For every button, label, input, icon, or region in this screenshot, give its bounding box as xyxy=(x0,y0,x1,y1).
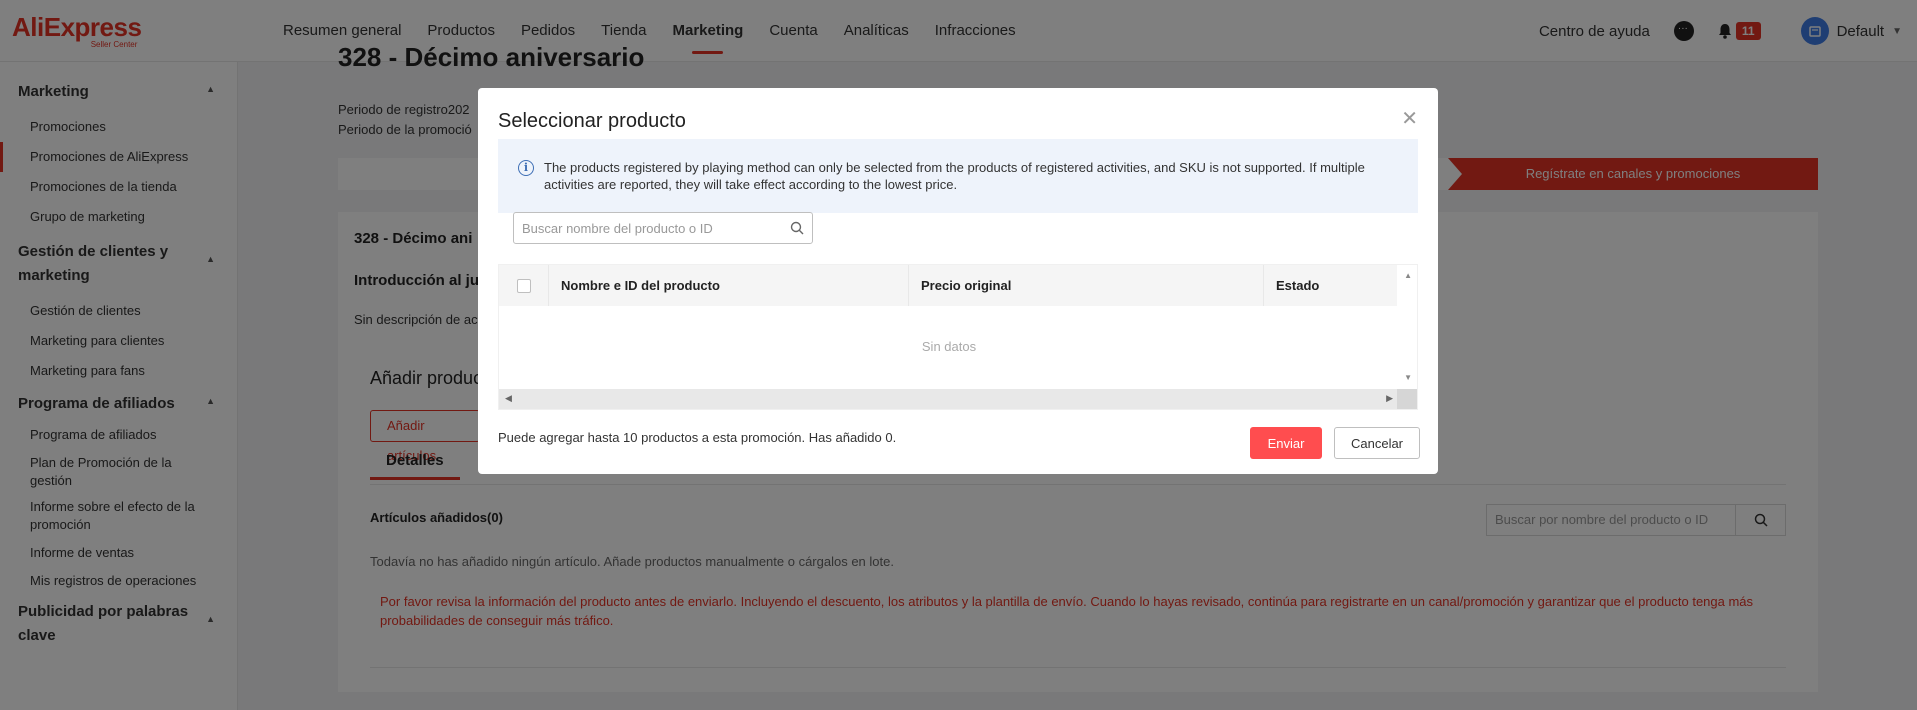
cancel-button[interactable]: Cancelar xyxy=(1334,427,1420,459)
column-header-state: Estado xyxy=(1276,278,1320,293)
column-header-price: Precio original xyxy=(909,265,1264,306)
no-data-text: Sin datos xyxy=(921,339,977,354)
scroll-right-icon[interactable]: ▶ xyxy=(1386,393,1393,404)
select-product-modal: Seleccionar producto ✕ i The products re… xyxy=(478,88,1438,474)
info-notice: i The products registered by playing met… xyxy=(498,139,1418,213)
modal-title: Seleccionar producto xyxy=(498,110,686,132)
table-header: Nombre e ID del producto Precio original… xyxy=(499,265,1399,306)
search-icon[interactable] xyxy=(790,221,804,235)
product-limit-text: Puede agregar hasta 10 productos a esta … xyxy=(498,430,897,445)
scroll-up-icon[interactable]: ▲ xyxy=(1404,271,1412,280)
scrollbar-corner xyxy=(1397,389,1417,409)
scroll-left-icon[interactable]: ◀ xyxy=(505,393,512,404)
vertical-scrollbar[interactable]: ▲ ▼ xyxy=(1397,265,1417,389)
submit-button[interactable]: Enviar xyxy=(1250,427,1322,459)
horizontal-scrollbar[interactable]: ◀ ▶ xyxy=(499,389,1399,409)
close-icon[interactable]: ✕ xyxy=(1401,106,1418,131)
products-table: Nombre e ID del producto Precio original… xyxy=(498,264,1418,410)
product-search[interactable]: Buscar nombre del producto o ID xyxy=(513,212,813,244)
select-all-cell xyxy=(499,265,549,306)
product-search-input[interactable]: Buscar nombre del producto o ID xyxy=(522,221,790,236)
select-all-checkbox[interactable] xyxy=(516,278,531,293)
info-icon: i xyxy=(518,160,534,176)
scroll-down-icon[interactable]: ▼ xyxy=(1404,373,1412,382)
column-header-name: Nombre e ID del producto xyxy=(549,265,909,306)
notice-text: The products registered by playing metho… xyxy=(544,160,1365,192)
